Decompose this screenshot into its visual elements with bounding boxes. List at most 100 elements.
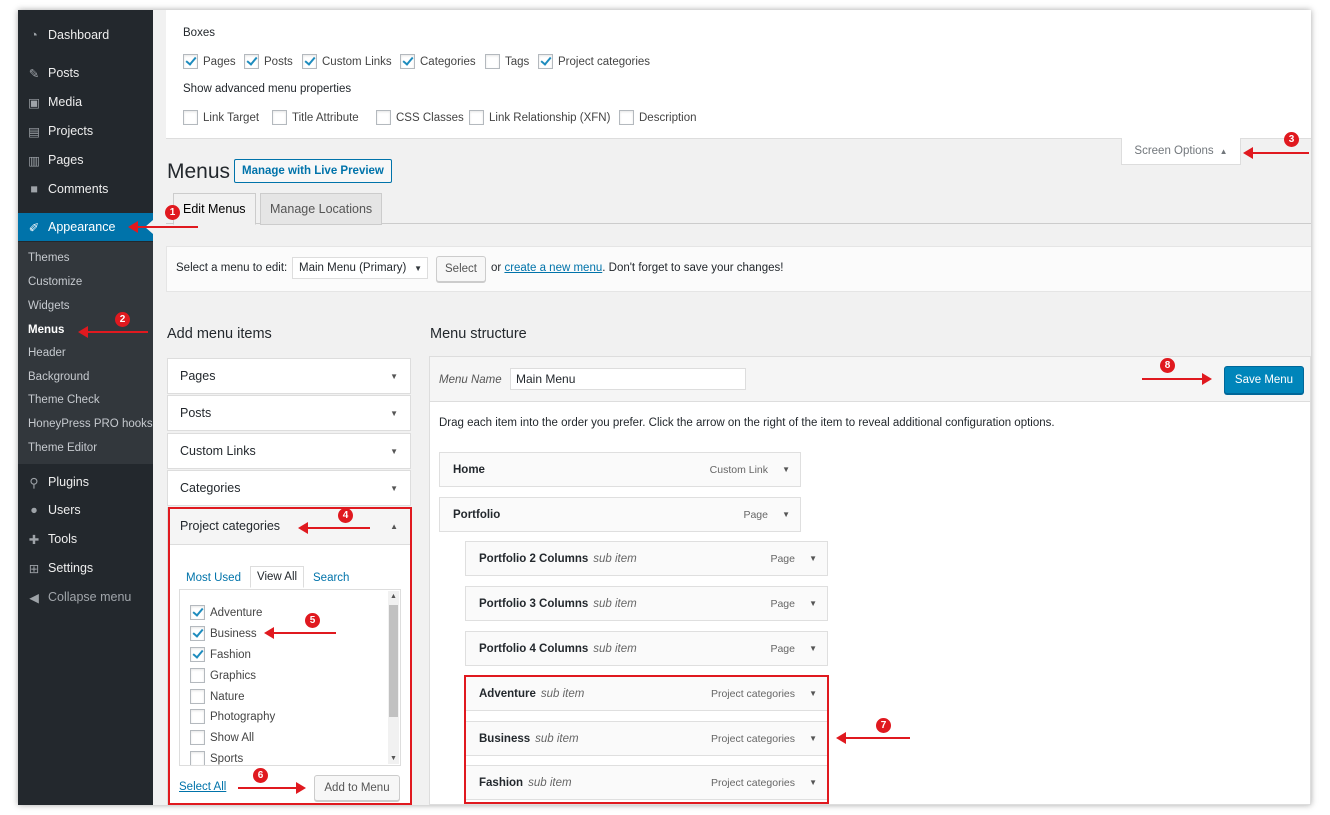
sidebar-item-label: Settings [48, 561, 94, 575]
accordion-pages[interactable]: Pages ▼ [167, 358, 411, 394]
accordion-custom-links[interactable]: Custom Links ▼ [167, 433, 411, 469]
annotation-arrow-5 [264, 627, 336, 639]
annotation-arrow-2 [78, 326, 148, 338]
submenu-item-theme-editor[interactable]: Theme Editor [28, 442, 97, 454]
sidebar-item-dashboard[interactable]: ◔ Dashboard [18, 21, 153, 49]
sidebar-item-label: Appearance [48, 220, 116, 234]
chevron-down-icon: ▼ [390, 446, 398, 456]
wp-admin-window: ◔ Dashboard ✎ Posts ▣ Media ▤ Projects ▥ Page… [18, 10, 1311, 805]
submenu-item-background[interactable]: Background [28, 371, 89, 383]
box-categories-checkbox[interactable]: Categories [400, 54, 476, 69]
page-icon: ▥ [28, 153, 40, 168]
add-menu-items-title: Add menu items [167, 326, 272, 342]
settings-icon: ⊞ [28, 561, 40, 576]
highlight-new-menu-items [464, 675, 829, 804]
save-menu-button[interactable]: Save Menu [1224, 366, 1304, 394]
create-new-menu-link[interactable]: create a new menu [504, 262, 602, 274]
chevron-down-icon: ▼ [414, 263, 422, 273]
annotation-arrow-4 [298, 522, 370, 534]
box-custom-links-checkbox[interactable]: Custom Links [302, 54, 392, 69]
select-menu-bar: Select a menu to edit: Main Menu (Primar… [166, 246, 1311, 292]
sidebar-item-label: Users [48, 503, 81, 517]
annotation-arrow-6 [238, 782, 306, 794]
sidebar-item-posts[interactable]: ✎ Posts [18, 59, 153, 87]
adv-xfn-checkbox[interactable]: Link Relationship (XFN) [469, 110, 610, 125]
menu-item-home[interactable]: Home Custom Link ▼ [439, 452, 801, 487]
sidebar-item-label: Media [48, 95, 83, 109]
accordion-posts[interactable]: Posts ▼ [167, 395, 411, 431]
manage-bar-text: or create a new menu. Don't forget to sa… [491, 262, 784, 274]
boxes-title: Boxes [183, 27, 215, 39]
menu-item-portfolio-3-columns[interactable]: Portfolio 3 Columns sub item Page ▼ [465, 586, 828, 621]
chevron-down-icon[interactable]: ▼ [809, 599, 817, 608]
menu-select-dropdown[interactable]: Main Menu (Primary) ▼ [292, 257, 428, 279]
chevron-down-icon[interactable]: ▼ [809, 644, 817, 653]
menu-structure-instructions: Drag each item into the order you prefer… [439, 417, 1055, 429]
sidebar-item-settings[interactable]: ⊞ Settings [18, 554, 153, 582]
submenu-item-themes[interactable]: Themes [28, 252, 70, 264]
adv-description-checkbox[interactable]: Description [619, 110, 697, 125]
sidebar-item-label: Projects [48, 124, 94, 138]
pin-icon: ✎ [28, 66, 40, 81]
manage-live-preview-button[interactable]: Manage with Live Preview [234, 159, 392, 183]
annotation-badge-8: 8 [1160, 358, 1175, 373]
collapse-label: Collapse menu [48, 590, 132, 604]
submenu-item-menus[interactable]: Menus [28, 324, 64, 336]
accordion-categories[interactable]: Categories ▼ [167, 470, 411, 506]
submenu-item-theme-check[interactable]: Theme Check [28, 394, 100, 406]
sidebar-item-projects[interactable]: ▤ Projects [18, 117, 153, 145]
sidebar-item-label: Dashboard [48, 28, 110, 42]
wrench-icon: ✚ [28, 532, 40, 547]
menu-item-portfolio-2-columns[interactable]: Portfolio 2 Columns sub item Page ▼ [465, 541, 828, 576]
brush-icon: ✐ [28, 220, 40, 235]
collapse-menu-button[interactable]: ◀ Collapse menu [18, 583, 153, 611]
sidebar-item-users[interactable]: ● Users [18, 496, 153, 524]
comment-icon: ■ [30, 182, 38, 196]
submenu-item-honeypress-hooks[interactable]: HoneyPress PRO hooks [28, 418, 153, 430]
annotation-arrow-7 [836, 732, 910, 744]
adv-link-target-checkbox[interactable]: Link Target [183, 110, 259, 125]
screen-options-tab[interactable]: Screen Options ▲ [1121, 138, 1241, 165]
annotation-badge-5: 5 [305, 613, 320, 628]
adv-css-classes-checkbox[interactable]: CSS Classes [376, 110, 464, 125]
box-pages-checkbox[interactable]: Pages [183, 54, 236, 69]
submenu-item-header[interactable]: Header [28, 347, 66, 359]
sidebar-item-comments[interactable]: ■ Comments [18, 175, 153, 203]
annotation-badge-6: 6 [253, 768, 268, 783]
menu-item-portfolio-4-columns[interactable]: Portfolio 4 Columns sub item Page ▼ [465, 631, 828, 666]
submenu-item-widgets[interactable]: Widgets [28, 300, 70, 312]
projects-icon: ▤ [28, 124, 40, 139]
appearance-submenu: Themes Customize Widgets Menus Header Ba… [18, 242, 153, 464]
menu-name-label: Menu Name [439, 374, 502, 386]
box-project-categories-checkbox[interactable]: Project categories [538, 54, 650, 69]
tab-manage-locations[interactable]: Manage Locations [260, 193, 383, 225]
plugin-icon: ⚲ [29, 475, 39, 490]
sidebar-item-label: Tools [48, 532, 78, 546]
annotation-badge-4: 4 [338, 508, 353, 523]
box-tags-checkbox[interactable]: Tags [485, 54, 529, 69]
annotation-arrow-1 [128, 221, 198, 233]
page-title: Menus [167, 160, 231, 183]
adv-title-attribute-checkbox[interactable]: Title Attribute [272, 110, 359, 125]
menu-item-portfolio[interactable]: Portfolio Page ▼ [439, 497, 801, 532]
annotation-arrow-8 [1142, 373, 1212, 385]
screen-options-panel: Boxes Pages Posts Custom Links Categorie… [166, 10, 1311, 139]
collapse-icon: ◀ [29, 590, 39, 605]
tab-edit-menus[interactable]: Edit Menus [173, 193, 256, 225]
menu-name-input[interactable]: Main Menu [510, 368, 746, 390]
chevron-down-icon[interactable]: ▼ [782, 510, 790, 519]
chevron-down-icon[interactable]: ▼ [809, 554, 817, 563]
sidebar-item-pages[interactable]: ▥ Pages [18, 146, 153, 174]
sidebar-item-tools[interactable]: ✚ Tools [18, 525, 153, 553]
annotation-badge-7: 7 [876, 718, 891, 733]
advanced-title: Show advanced menu properties [183, 83, 352, 95]
chevron-down-icon[interactable]: ▼ [782, 465, 790, 474]
sidebar-item-media[interactable]: ▣ Media [18, 88, 153, 116]
annotation-badge-3: 3 [1284, 132, 1299, 147]
sidebar-item-label: Plugins [48, 475, 89, 489]
annotation-badge-1: 1 [165, 205, 180, 220]
select-button[interactable]: Select [436, 256, 486, 282]
sidebar-item-plugins[interactable]: ⚲ Plugins [18, 468, 153, 496]
box-posts-checkbox[interactable]: Posts [244, 54, 293, 69]
submenu-item-customize[interactable]: Customize [28, 276, 82, 288]
